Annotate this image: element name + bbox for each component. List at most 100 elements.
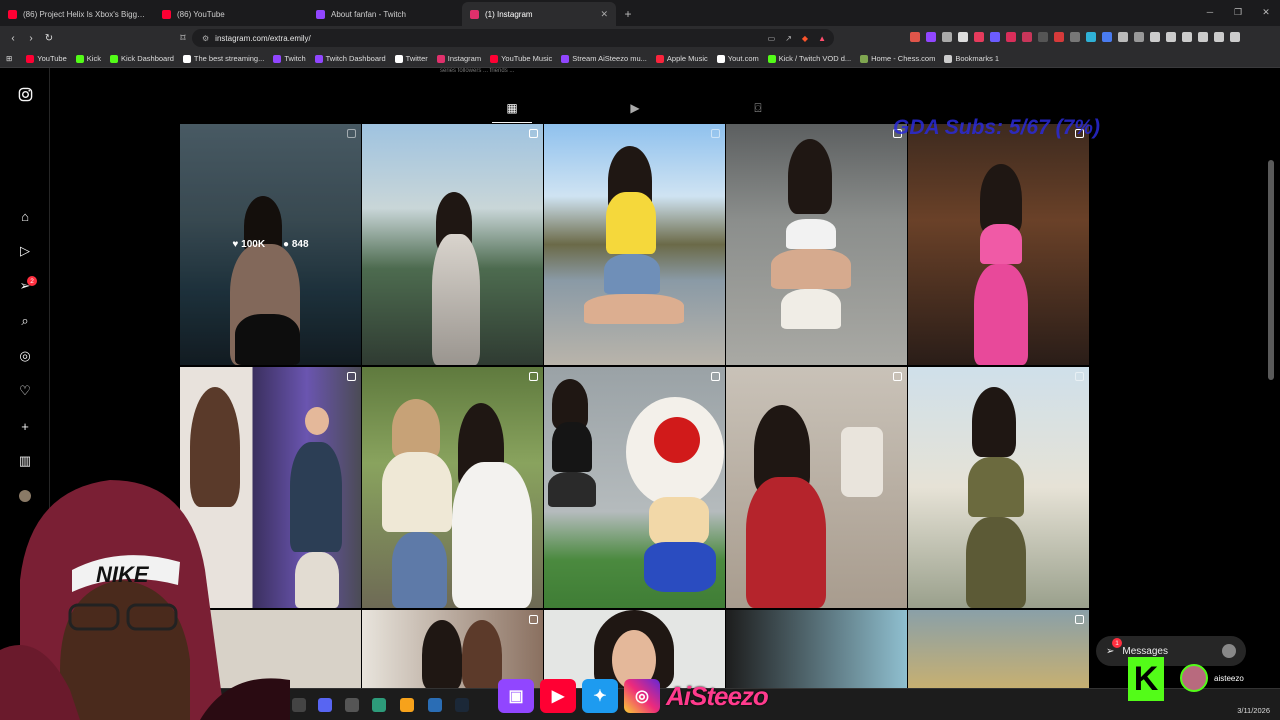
new-tab-button[interactable]: + — [616, 2, 640, 26]
post-image — [544, 367, 725, 608]
extension-icon[interactable] — [1134, 32, 1144, 42]
extension-icon[interactable] — [1054, 32, 1064, 42]
post-tile[interactable] — [908, 124, 1089, 365]
post-tile[interactable] — [908, 367, 1089, 608]
post-tile[interactable] — [726, 367, 907, 608]
extension-icon[interactable] — [958, 32, 968, 42]
bookmark-item[interactable]: Kick Dashboard — [109, 54, 174, 63]
back-icon[interactable]: ‹ — [4, 33, 22, 44]
bookmark-item[interactable]: Home - Chess.com — [860, 54, 935, 63]
extension-icon[interactable] — [1086, 32, 1096, 42]
browser-tab-3[interactable]: About fanfan - Twitch — [308, 2, 462, 26]
vpn-icon[interactable] — [1214, 32, 1224, 42]
site-info-icon[interactable]: ⚙ — [202, 34, 209, 43]
tagged-tab-icon[interactable]: ⌼ — [750, 100, 766, 116]
post-tile[interactable] — [362, 610, 543, 688]
browser-tab-2[interactable]: (86) YouTube — [154, 2, 308, 26]
post-tile[interactable] — [544, 610, 725, 688]
bookmark-item[interactable]: Bookmarks 1 — [944, 54, 999, 63]
post-tile[interactable]: ♥ 100K ● 848 — [180, 124, 361, 365]
sidebar-icon[interactable] — [1166, 32, 1176, 42]
cast-icon[interactable]: ▭ — [768, 34, 776, 43]
extension-icon[interactable] — [1006, 32, 1016, 42]
extension-icon[interactable] — [974, 32, 984, 42]
app-icon[interactable] — [428, 698, 442, 712]
app-icon[interactable] — [400, 698, 414, 712]
search-icon[interactable]: ⌕ — [17, 313, 33, 329]
browser-tab-1[interactable]: (86) Project Helix Is Xbox's Biggest E — [0, 2, 154, 26]
puzzle-icon[interactable] — [1118, 32, 1128, 42]
posts-grid-icon[interactable]: ▦ — [504, 100, 520, 116]
bookmark-label: Bookmarks 1 — [955, 54, 1000, 63]
dashboard-icon[interactable]: ▥ — [17, 453, 33, 469]
extension-icon[interactable] — [1022, 32, 1032, 42]
bookmark-item[interactable]: Kick / Twitch VOD d... — [767, 54, 851, 63]
bookmark-item[interactable]: Yout.com — [716, 54, 759, 63]
extension-icon[interactable] — [910, 32, 920, 42]
wallet-icon[interactable] — [1182, 32, 1192, 42]
bookmark-item[interactable]: Twitch Dashboard — [314, 54, 386, 63]
post-image — [362, 124, 543, 365]
share-icon[interactable]: ↗ — [785, 34, 792, 43]
explore-icon[interactable]: ◎ — [17, 348, 33, 364]
extension-icon[interactable] — [1070, 32, 1080, 42]
tab-label: (86) YouTube — [177, 9, 225, 19]
leo-icon[interactable] — [1198, 32, 1208, 42]
brave-rewards-icon[interactable]: ▲ — [818, 34, 826, 43]
post-image — [908, 124, 1089, 365]
discord-icon[interactable] — [318, 698, 332, 712]
bookmark-item[interactable]: Stream AiSteezo mu... — [561, 54, 647, 63]
heart-icon[interactable]: ♡ — [17, 383, 33, 399]
bookmark-item[interactable]: YouTube — [26, 54, 67, 63]
close-window-icon[interactable]: ✕ — [1252, 0, 1280, 24]
bookmark-item[interactable]: YouTube Music — [490, 54, 552, 63]
browser-toolbar: ‹ › ↻ ⌑ ⚙ instagram.com/extra.emily/ ▭ ↗… — [0, 26, 1280, 50]
bookmark-item[interactable]: Twitch — [273, 54, 306, 63]
browser-tab-4[interactable]: (1) Instagram ✕ — [462, 2, 616, 26]
post-tile[interactable] — [362, 124, 543, 365]
menu-icon[interactable] — [1230, 32, 1240, 42]
post-tile[interactable] — [544, 367, 725, 608]
bookmark-item[interactable]: Kick — [75, 54, 101, 63]
create-icon[interactable]: + — [17, 418, 33, 434]
bookmark-item[interactable]: The best streaming... — [182, 54, 264, 63]
brave-shield-icon[interactable]: ◆ — [802, 34, 808, 43]
post-tile[interactable] — [726, 610, 907, 688]
close-tab-icon[interactable]: ✕ — [600, 9, 608, 20]
reels-tab-icon[interactable]: ▶ — [627, 100, 643, 116]
bookmark-item[interactable]: Twitter — [394, 54, 428, 63]
extension-icon[interactable] — [926, 32, 936, 42]
steam-icon[interactable] — [455, 698, 469, 712]
post-image — [726, 610, 907, 688]
app-icon[interactable] — [345, 698, 359, 712]
minimize-icon[interactable]: ─ — [1196, 0, 1224, 24]
extension-icon[interactable] — [942, 32, 952, 42]
home-icon[interactable]: ⌂ — [17, 208, 33, 224]
messages-button[interactable]: ➢ Messages 1 — [1096, 636, 1246, 666]
instagram-icon — [436, 54, 445, 63]
post-tile[interactable] — [544, 124, 725, 365]
music-icon[interactable] — [1150, 32, 1160, 42]
active-tab-indicator — [492, 122, 532, 123]
bookmark-page-icon[interactable]: ⌑ — [174, 33, 192, 44]
page-scrollbar[interactable] — [1268, 160, 1274, 380]
post-tile[interactable] — [726, 124, 907, 365]
extension-icon[interactable] — [990, 32, 1000, 42]
maximize-icon[interactable]: ❐ — [1224, 0, 1252, 24]
bookmark-item[interactable]: Instagram — [436, 54, 481, 63]
app-icon[interactable] — [372, 698, 386, 712]
extension-icon[interactable] — [1102, 32, 1112, 42]
reels-icon[interactable]: ▷ — [17, 243, 33, 259]
url-bar[interactable]: ⚙ instagram.com/extra.emily/ ▭ ↗ ◆ ▲ — [192, 29, 834, 47]
post-tile[interactable] — [362, 367, 543, 608]
app-icon[interactable] — [292, 698, 306, 712]
bookmark-item[interactable]: Apple Music — [655, 54, 708, 63]
avatar — [1222, 644, 1236, 658]
apps-grid-icon[interactable]: ⊞ — [6, 54, 12, 63]
post-tile[interactable] — [908, 610, 1089, 688]
instagram-favicon-icon — [470, 9, 479, 19]
forward-icon[interactable]: › — [22, 33, 40, 44]
instagram-logo-icon[interactable] — [17, 86, 33, 102]
reload-icon[interactable]: ↻ — [40, 33, 58, 44]
extension-icon[interactable] — [1038, 32, 1048, 42]
